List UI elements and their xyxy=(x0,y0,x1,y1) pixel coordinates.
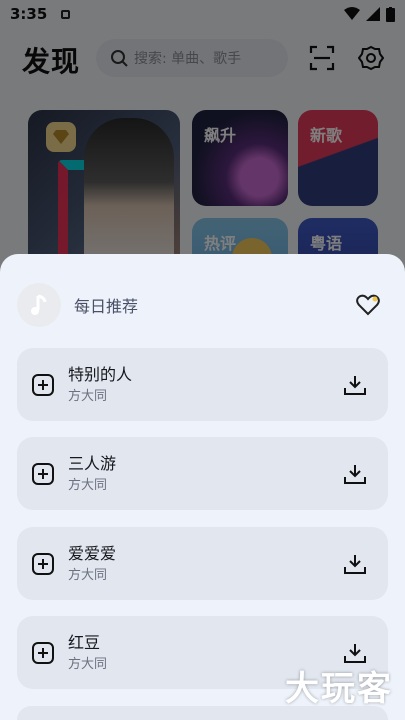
heart-icon xyxy=(356,294,380,316)
song-artist: 方大同 xyxy=(68,656,108,672)
add-to-playlist-button[interactable] xyxy=(30,372,56,398)
music-note-icon xyxy=(17,283,61,327)
sheet-header: 每日推荐 xyxy=(17,282,387,328)
song-artist: 方大同 xyxy=(68,567,108,583)
song-title: 三人游 xyxy=(68,453,117,473)
song-item[interactable]: 特别的人 方大同 xyxy=(17,348,388,421)
song-item[interactable]: 爱爱爱 方大同 xyxy=(17,527,388,600)
add-to-playlist-button[interactable] xyxy=(30,551,56,577)
download-icon xyxy=(344,375,366,395)
favorite-button[interactable] xyxy=(355,292,381,318)
add-to-playlist-button[interactable] xyxy=(30,640,56,666)
add-icon xyxy=(32,552,54,575)
add-icon xyxy=(32,373,54,396)
download-button[interactable] xyxy=(342,461,368,487)
add-to-playlist-button[interactable] xyxy=(30,461,56,487)
song-artist: 方大同 xyxy=(68,388,108,404)
add-icon xyxy=(32,462,54,485)
song-title: 特别的人 xyxy=(68,364,133,384)
download-icon xyxy=(344,464,366,484)
add-icon xyxy=(32,641,54,664)
sheet-title: 每日推荐 xyxy=(74,297,139,316)
song-item[interactable]: 三人游 方大同 xyxy=(17,437,388,510)
daily-recommend-sheet: 每日推荐 特别的人 方大同 三人游 方大同 爱爱爱 方大同 红豆 方大同 xyxy=(0,254,405,720)
song-title: 红豆 xyxy=(68,632,101,652)
watermark: 大玩客 xyxy=(285,669,393,709)
song-artist: 方大同 xyxy=(68,477,108,493)
song-title: 爱爱爱 xyxy=(68,543,117,563)
download-icon xyxy=(344,554,366,574)
download-button[interactable] xyxy=(342,551,368,577)
download-button[interactable] xyxy=(342,372,368,398)
